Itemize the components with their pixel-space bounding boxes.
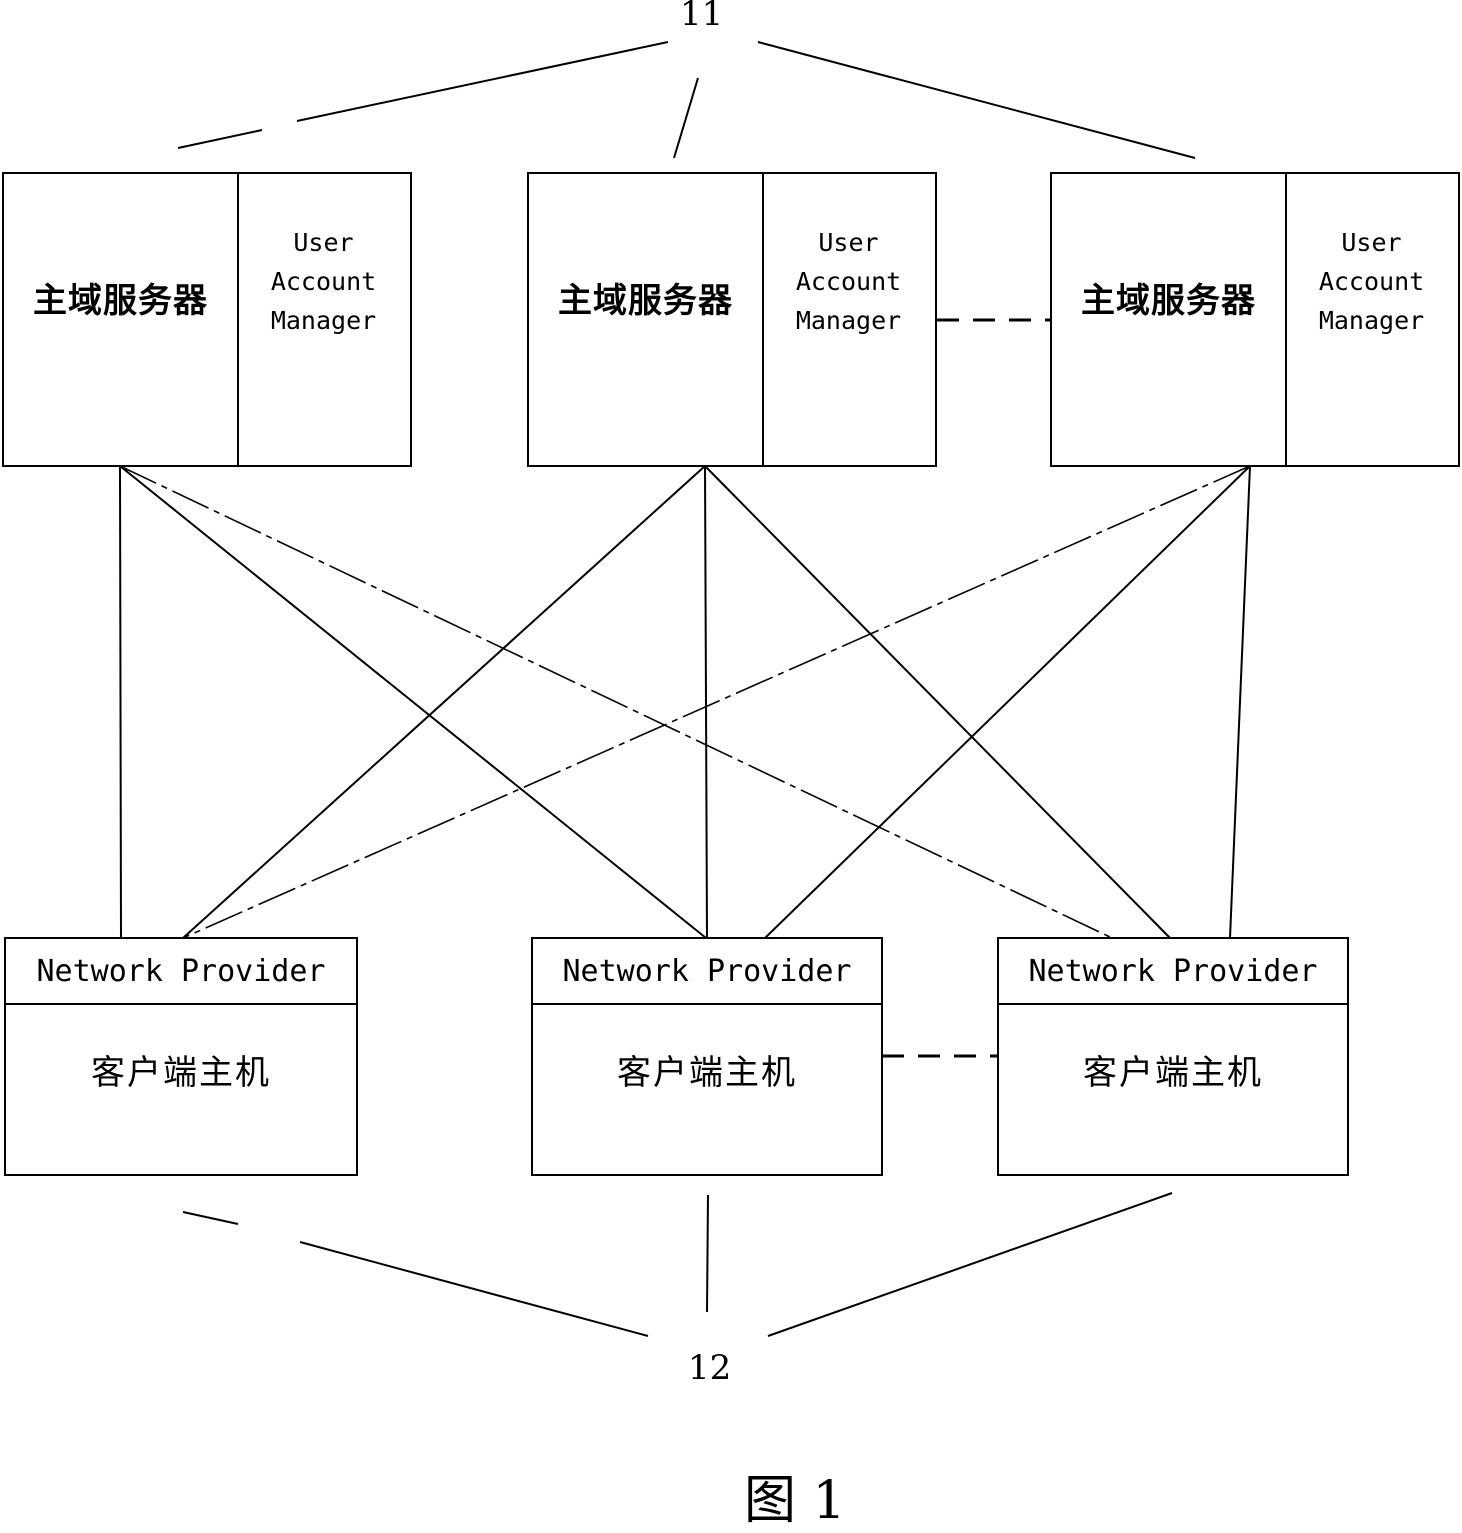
reference-label-11: 11 <box>680 0 724 34</box>
link-server1-client1 <box>119 465 122 939</box>
network-provider-panel: Network Provider <box>533 939 881 1005</box>
network-provider-label: Network Provider <box>1028 953 1318 989</box>
domain-server-panel: 主域服务器 <box>529 174 764 465</box>
client-host-panel: 客户端主机 <box>533 1003 881 1174</box>
uam-line-3: Manager <box>795 306 902 335</box>
user-account-manager-panel: User Account Manager <box>1285 174 1458 465</box>
leader-line-11-c <box>673 77 699 159</box>
link-server2-client1 <box>182 465 706 939</box>
network-provider-label: Network Provider <box>36 953 326 989</box>
uam-line-2: Account <box>1318 267 1425 296</box>
client-host-label: 客户端主机 <box>617 1053 797 1093</box>
link-server2-client2 <box>704 465 708 939</box>
leader-line-11-d <box>757 41 1196 159</box>
leader-line-12-d <box>767 1192 1173 1337</box>
uam-line-2: Account <box>795 267 902 296</box>
link-server3-client3 <box>1229 465 1251 939</box>
server-node-3: 主域服务器 User Account Manager <box>1050 172 1460 467</box>
client-host-label: 客户端主机 <box>1083 1053 1263 1093</box>
domain-server-panel: 主域服务器 <box>1052 174 1287 465</box>
client-host-panel: 客户端主机 <box>999 1003 1347 1174</box>
leader-line-12-b <box>299 1241 649 1337</box>
uam-line-3: Manager <box>270 306 377 335</box>
leader-line-12-c <box>706 1194 709 1313</box>
domain-server-label: 主域服务器 <box>1081 281 1256 321</box>
uam-line-1: User <box>1341 228 1402 257</box>
uam-line-2: Account <box>270 267 377 296</box>
figure-caption: 图 1 <box>744 1471 846 1531</box>
client-host-panel: 客户端主机 <box>6 1003 356 1174</box>
link-server2-client3 <box>704 465 1171 939</box>
domain-server-label: 主域服务器 <box>33 281 208 321</box>
server-node-1: 主域服务器 User Account Manager <box>2 172 412 467</box>
network-provider-panel: Network Provider <box>6 939 356 1005</box>
user-account-manager-panel: User Account Manager <box>237 174 410 465</box>
link-server1-client3 <box>119 465 1113 939</box>
uam-line-1: User <box>818 228 879 257</box>
leader-line-11-b <box>296 41 669 122</box>
link-server3-client1 <box>182 465 1251 939</box>
uam-line-3: Manager <box>1318 306 1425 335</box>
client-host-label: 客户端主机 <box>91 1053 271 1093</box>
leader-line-12-a <box>182 1211 239 1225</box>
client-node-2: Network Provider 客户端主机 <box>531 937 883 1176</box>
link-server3-client2 <box>764 465 1251 939</box>
domain-server-label: 主域服务器 <box>558 281 733 321</box>
network-provider-panel: Network Provider <box>999 939 1347 1005</box>
server-node-2: 主域服务器 User Account Manager <box>527 172 937 467</box>
client-node-3: Network Provider 客户端主机 <box>997 937 1349 1176</box>
leader-line-11-a <box>177 129 263 149</box>
network-provider-label: Network Provider <box>562 953 852 989</box>
user-account-manager-panel: User Account Manager <box>762 174 935 465</box>
reference-label-12: 12 <box>688 1348 732 1388</box>
domain-server-panel: 主域服务器 <box>4 174 239 465</box>
link-server1-client2 <box>119 465 707 939</box>
uam-line-1: User <box>293 228 354 257</box>
client-node-1: Network Provider 客户端主机 <box>4 937 358 1176</box>
